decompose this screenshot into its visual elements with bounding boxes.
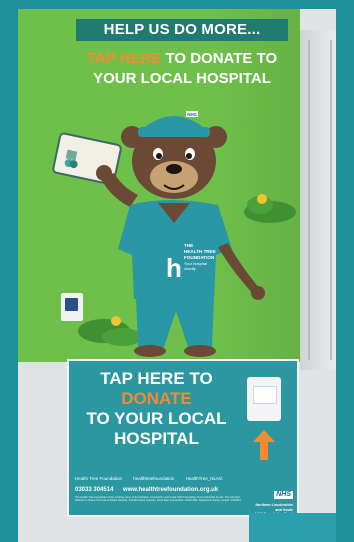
facebook-handle: Health Tree Foundation: [75, 476, 123, 481]
flower-icon: [257, 194, 267, 204]
website-link: www.healthtreefoundation.org.uk: [123, 487, 219, 493]
logo-line2: HEALTH TREE: [184, 249, 216, 254]
contact-info: 03033 304514 www.healthtreefoundation.or…: [75, 485, 255, 495]
phone-number: 03033 304514: [75, 487, 114, 493]
bear-scrubs: [118, 200, 265, 357]
lower-donation-panel: TAP HERE TO DONATE TO YOUR LOCAL HOSPITA…: [67, 359, 299, 517]
logo-line3: FOUNDATION: [184, 255, 215, 260]
lower-line1: TAP HERE TO: [100, 369, 213, 388]
logo-line5: charity: [184, 266, 196, 271]
reader-screen: [253, 386, 277, 404]
corridor-wall: [300, 30, 336, 370]
contactless-reader-mural[interactable]: [61, 293, 83, 321]
twitter-handle: HealthTree_NLAG: [185, 476, 223, 481]
nhs-logo: NHS: [274, 491, 293, 499]
logo-h: h: [166, 253, 182, 283]
lower-donate-text: TAP HERE TO DONATE TO YOUR LOCAL HOSPITA…: [69, 369, 244, 449]
contactless-icon: [65, 298, 78, 311]
hat-nhs-badge: NHS: [187, 112, 197, 117]
nhs-trust-badge: NHS Northern Lincolnshire and Goole NHS …: [247, 483, 293, 516]
bear-paw: [96, 165, 112, 181]
charity-fineprint: The Health Tree Foundation is the workin…: [75, 496, 241, 503]
logo-line1: THE: [184, 243, 193, 248]
arrow-up-icon: [253, 430, 275, 460]
surgical-cap: NHS: [138, 111, 210, 137]
lower-line3: TO YOUR LOCAL: [86, 409, 227, 428]
bush-left: [78, 316, 142, 346]
bush-right: [244, 194, 296, 223]
teal-box: [249, 513, 336, 542]
door-frame: [308, 40, 332, 360]
lower-donate-accent: DONATE: [121, 389, 192, 408]
instagram-handle: healthtreefoundation: [133, 476, 175, 481]
lower-line4: HOSPITAL: [114, 429, 199, 448]
flower-icon: [111, 316, 121, 326]
social-links: Health Tree Foundation healthtreefoundat…: [75, 473, 255, 485]
